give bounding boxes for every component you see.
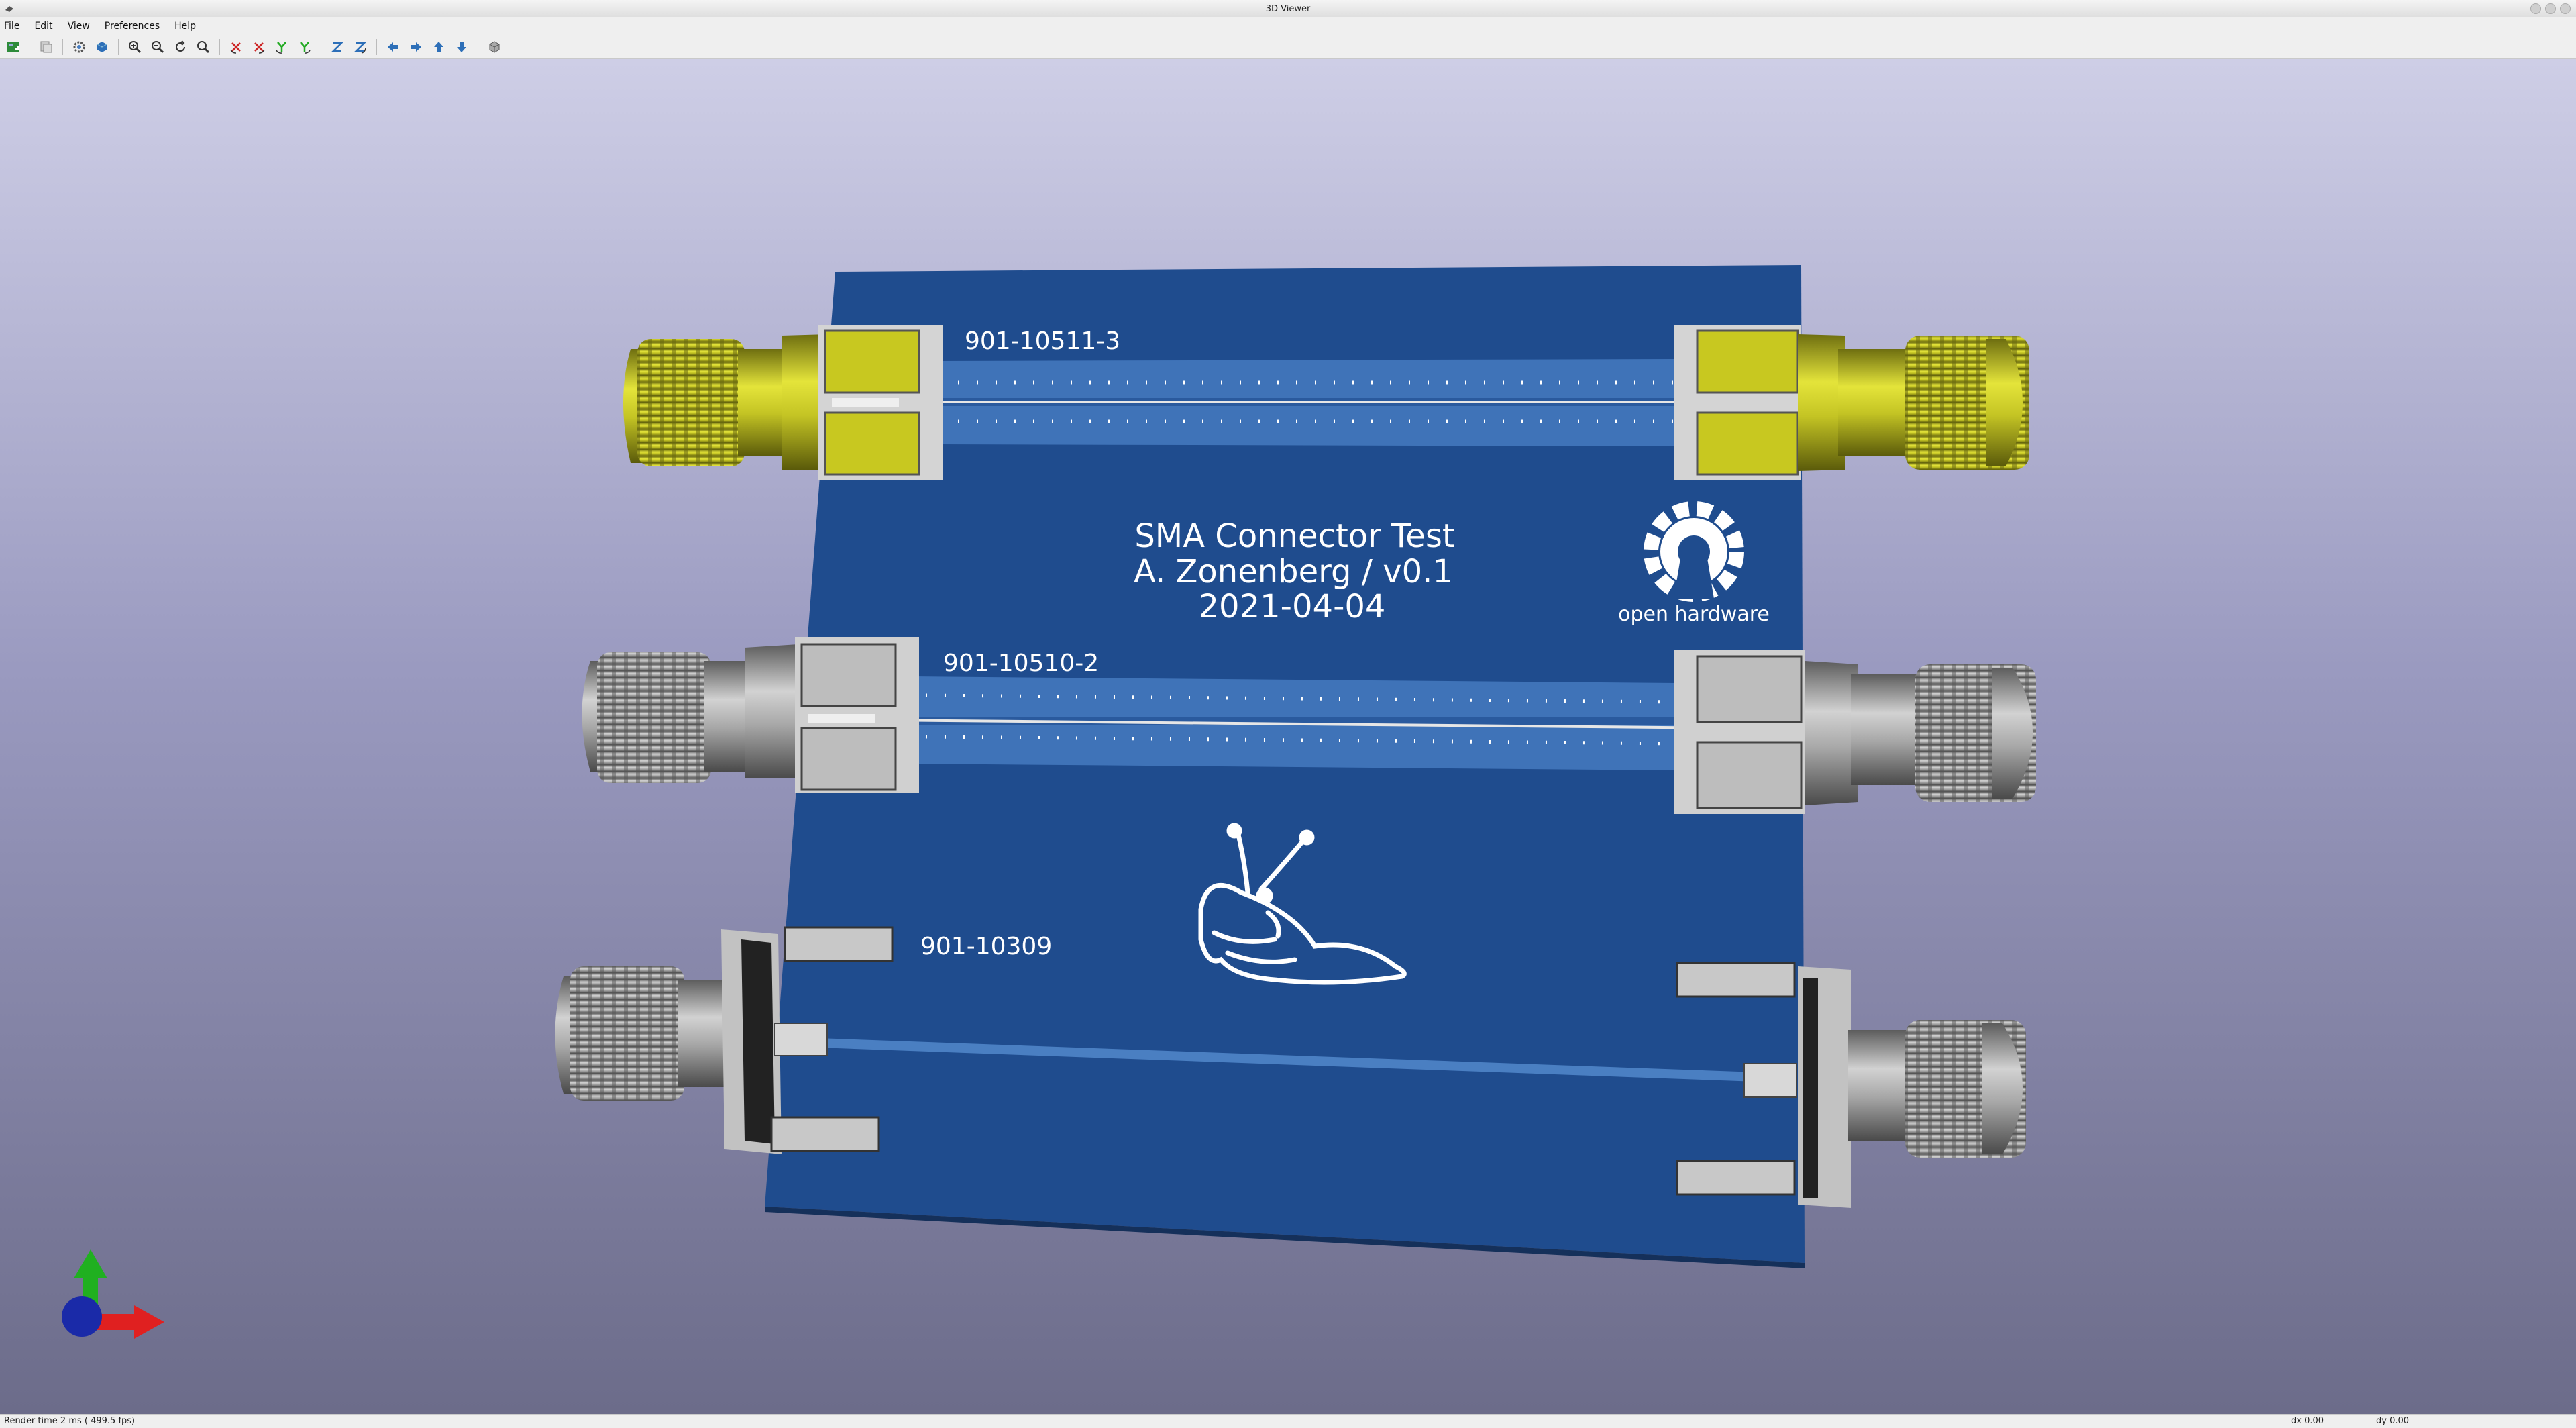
rotate-z-cw-button[interactable]	[328, 38, 347, 56]
pan-right-icon	[411, 42, 421, 52]
minimize-button[interactable]	[2530, 3, 2541, 14]
zoom-fit-icon	[197, 40, 210, 53]
rotate-z-ccw-icon	[354, 42, 367, 54]
maximize-button[interactable]	[2545, 3, 2556, 14]
close-button[interactable]	[2560, 3, 2571, 14]
raytracing-icon	[97, 41, 107, 52]
window-title: 3D Viewer	[1265, 3, 1311, 14]
rotate-y-ccw-button[interactable]	[295, 38, 314, 56]
rotate-y-ccw-icon	[300, 41, 311, 54]
window-controls	[2530, 3, 2571, 14]
render-options-button[interactable]	[70, 38, 89, 56]
dx-readout: dx 0.00	[2291, 1416, 2324, 1426]
reload-board-button[interactable]	[4, 38, 23, 56]
app-icon	[5, 6, 13, 12]
rotate-x-cw-icon	[230, 42, 241, 54]
ortho-toggle-icon	[489, 40, 500, 53]
rotate-y-cw-button[interactable]	[272, 38, 291, 56]
rotate-x-ccw-button[interactable]	[250, 38, 268, 56]
pan-right-button[interactable]	[407, 38, 425, 56]
rotate-x-ccw-icon	[254, 42, 265, 54]
pan-down-icon	[457, 41, 466, 52]
copy-image-icon	[40, 41, 52, 52]
pan-down-button[interactable]	[452, 38, 471, 56]
menu-file[interactable]: File	[4, 21, 19, 32]
redraw-icon	[176, 40, 185, 52]
copy-image-button[interactable]	[37, 38, 56, 56]
3d-viewport[interactable]: 901-10511-3 901-10510-2 901-10309 SMA Co…	[0, 59, 2576, 1414]
toolbar-separator	[219, 38, 220, 55]
raytracing-button[interactable]	[93, 38, 111, 56]
scene-canvas[interactable]: 901-10511-3 901-10510-2 901-10309 SMA Co…	[0, 59, 2576, 1414]
pan-up-icon	[434, 41, 443, 52]
toolbar	[0, 35, 2576, 59]
render-options-icon	[73, 41, 85, 52]
status-bar: Render time 2 ms ( 499.5 fps) dx 0.00 dy…	[0, 1414, 2576, 1428]
toolbar-separator	[376, 38, 377, 55]
rotate-y-cw-icon	[276, 41, 286, 54]
connector-label-1: 901-10511-3	[965, 327, 1120, 355]
menu-help[interactable]: Help	[174, 21, 196, 32]
render-time-readout: Render time 2 ms ( 499.5 fps)	[4, 1416, 136, 1426]
sma-connector-1-left	[623, 325, 943, 480]
zoom-out-icon	[152, 40, 164, 53]
pan-left-icon	[388, 42, 398, 52]
open-hardware-text: open hardware	[1618, 603, 1770, 626]
menu-edit[interactable]: Edit	[34, 21, 52, 32]
board-title-line-3: 2021-04-04	[1199, 588, 1386, 625]
transmission-line-1	[832, 359, 1805, 446]
pan-left-button[interactable]	[384, 38, 402, 56]
board-title-line-1: SMA Connector Test	[1134, 517, 1454, 555]
sma-connector-2-left	[582, 638, 919, 793]
pan-up-button[interactable]	[429, 38, 448, 56]
rotate-z-ccw-button[interactable]	[351, 38, 370, 56]
redraw-button[interactable]	[171, 38, 190, 56]
connector-label-3: 901-10309	[920, 933, 1052, 960]
toolbar-separator	[118, 38, 119, 55]
transmission-line-2	[804, 676, 1805, 770]
zoom-fit-button[interactable]	[194, 38, 213, 56]
menu-bar: File Edit View Preferences Help	[0, 17, 2576, 35]
menu-preferences[interactable]: Preferences	[105, 21, 160, 32]
sma-connector-1-right	[1674, 325, 2029, 480]
menu-view[interactable]: View	[68, 21, 90, 32]
rotate-z-cw-icon	[331, 42, 344, 52]
sma-connector-2-right	[1674, 650, 2036, 814]
rotate-x-cw-button[interactable]	[227, 38, 246, 56]
board-title-line-2: A. Zonenberg / v0.1	[1134, 553, 1453, 591]
zoom-out-button[interactable]	[148, 38, 167, 56]
zoom-in-button[interactable]	[125, 38, 144, 56]
reload-board-icon	[7, 42, 19, 52]
dy-readout: dy 0.00	[2376, 1416, 2410, 1426]
title-bar[interactable]: 3D Viewer	[0, 0, 2576, 18]
connector-label-2: 901-10510-2	[943, 650, 1099, 677]
toolbar-separator	[62, 38, 63, 55]
zoom-in-icon	[129, 40, 142, 53]
ortho-toggle-button[interactable]	[485, 38, 504, 56]
axis-orientation-gizmo	[62, 1250, 164, 1339]
